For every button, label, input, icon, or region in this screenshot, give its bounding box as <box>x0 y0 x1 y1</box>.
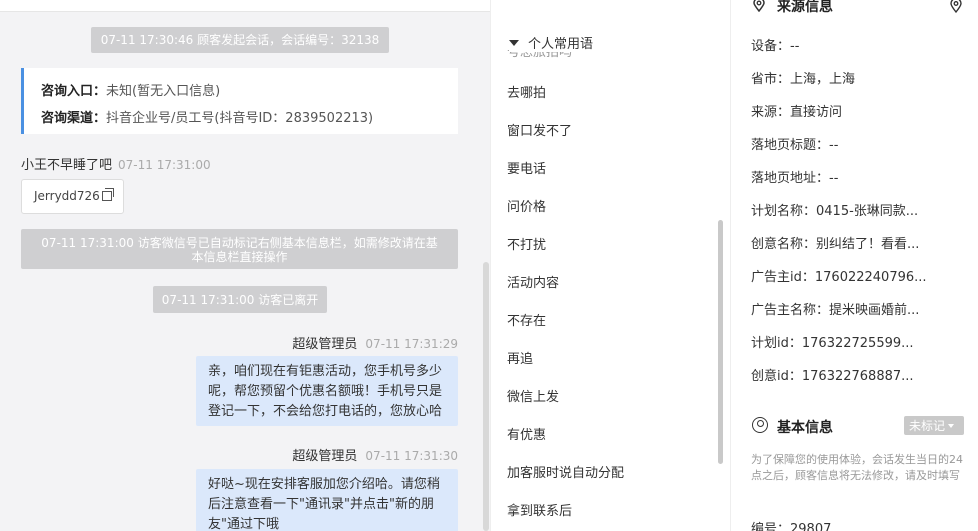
phrases-panel: 个人常用语 号总旅拍吗 去哪拍 窗口发不了 要电话 问价格 不打扰 活动内容 不… <box>490 0 730 531</box>
entry-value: 未知(暂无入口信息) <box>106 84 221 99</box>
row-label: 广告主名称： <box>751 303 830 318</box>
tag-dropdown-label: 未标记 <box>909 419 946 433</box>
entry-row: 咨询入口：未知(暂无入口信息) <box>41 78 458 105</box>
phrases-header-label: 个人常用语 <box>528 37 594 52</box>
phrase-item[interactable]: 问价格 <box>507 196 546 215</box>
row-value: 176322725599... <box>801 336 914 351</box>
agent-name: 超级管理员 <box>292 337 358 352</box>
agent-time: 07-11 17:31:30 <box>365 449 458 463</box>
agent-name: 超级管理员 <box>292 449 358 464</box>
location-pin-icon <box>753 0 765 12</box>
phrase-item[interactable]: 窗口发不了 <box>507 120 572 139</box>
view-icon[interactable] <box>948 0 964 13</box>
entry-label: 咨询入口： <box>41 84 107 99</box>
agent-time: 07-11 17:31:29 <box>365 337 458 351</box>
visitor-left-note: 07-11 17:31:00 访客已离开 <box>153 286 327 313</box>
source-row-creative-name: 创意名称：别纠结了！看看... <box>751 233 919 252</box>
row-value: 直接访问 <box>790 105 843 120</box>
source-row-advertiser-id: 广告主id：176022240796... <box>751 266 927 285</box>
phrase-item[interactable]: 拿到联系后 <box>507 500 572 519</box>
row-label: 计划id： <box>751 336 802 351</box>
phrase-item[interactable]: 微信上发 <box>507 386 559 405</box>
row-label: 设备： <box>751 39 791 54</box>
row-label: 计划名称： <box>751 204 817 219</box>
auto-mark-line-2: 本信息栏直接操作 <box>191 250 288 264</box>
phrase-item[interactable]: 活动内容 <box>507 272 559 291</box>
app-root: 07-11 17:30:46 顾客发起会话，会话编号：32138 咨询入口：未知… <box>0 0 978 531</box>
chat-panel: 07-11 17:30:46 顾客发起会话，会话编号：32138 咨询入口：未知… <box>0 0 490 531</box>
source-row-plan-name: 计划名称：0415-张琳同款... <box>751 200 918 219</box>
row-value: -- <box>790 39 800 54</box>
number-value: 29807 <box>790 522 832 531</box>
phrase-item[interactable]: 去哪拍 <box>507 82 546 101</box>
tag-dropdown[interactable]: 未标记 <box>904 416 964 435</box>
source-panel: 来源信息 设备：-- 省市：上海，上海 来源：直接访问 落地页标题：-- 落地页… <box>730 0 978 531</box>
number-label: 编号： <box>751 522 791 531</box>
row-value: 上海，上海 <box>790 72 856 87</box>
row-value: -- <box>829 171 839 186</box>
source-row-source: 来源：直接访问 <box>751 101 842 120</box>
row-value: 提米映画婚前... <box>829 303 920 318</box>
phrase-item[interactable]: 加客服时说自动分配 <box>507 462 624 481</box>
row-label: 创意名称： <box>751 237 817 252</box>
user-icon <box>752 417 768 433</box>
channel-row: 咨询渠道：抖音企业号/员工号(抖音号ID：2839502213) <box>41 105 458 132</box>
auto-mark-line-1: 07-11 17:31:00 访客微信号已自动标记右侧基本信息栏，如需修改请在基 <box>41 236 438 250</box>
source-row-landing-title: 落地页标题：-- <box>751 134 838 153</box>
basic-info-notice: 为了保障您的使用体验，会话发生当日的24点之后，顾客信息将无法修改，请及时填写 <box>751 453 963 482</box>
agent-message-bubble: 亲，咱们现在有钜惠活动，您手机号多少呢，帮您预留个优惠名额哦！手机号只是登记一下… <box>196 356 458 426</box>
agent-header-2: 超级管理员 07-11 17:31:30 <box>292 445 458 464</box>
basic-info-title: 基本信息 <box>777 420 833 436</box>
chat-scrollbar[interactable] <box>483 262 489 531</box>
session-start-note: 07-11 17:30:46 顾客发起会话，会话编号：32138 <box>91 27 389 53</box>
row-value: 别纠结了！看看... <box>816 237 920 252</box>
row-label: 省市： <box>751 72 791 87</box>
consult-info-box: 咨询入口：未知(暂无入口信息) 咨询渠道：抖音企业号/员工号(抖音号ID：283… <box>21 68 458 134</box>
source-row-device: 设备：-- <box>751 35 799 54</box>
row-value: -- <box>829 138 839 153</box>
row-value: 0415-张琳同款... <box>816 204 919 219</box>
agent-message-bubble: 好哒~现在安排客服加您介绍哈。请您稍后注意查看一下"通讯录"并点击"新的朋友"通… <box>196 469 458 531</box>
phrase-item[interactable]: 不打扰 <box>507 234 546 253</box>
source-row-plan-id: 计划id：176322725599... <box>751 332 914 351</box>
chat-topbar <box>0 0 490 12</box>
chevron-down-icon <box>948 424 955 428</box>
row-label: 落地页地址： <box>751 171 830 186</box>
source-title: 来源信息 <box>777 0 833 15</box>
phrases-header[interactable]: 个人常用语 <box>509 33 600 52</box>
phrase-item[interactable]: 要电话 <box>507 158 546 177</box>
agent-header-1: 超级管理员 07-11 17:31:29 <box>292 333 458 352</box>
row-value: 176322768887... <box>801 369 914 384</box>
source-row-landing-url: 落地页地址：-- <box>751 167 838 186</box>
row-label: 创意id： <box>751 369 802 384</box>
visitor-header: 小王不早睡了吧 07-11 17:31:00 <box>21 154 211 173</box>
channel-value: 抖音企业号/员工号(抖音号ID：2839502213) <box>106 111 374 126</box>
auto-mark-note: 07-11 17:31:00 访客微信号已自动标记右侧基本信息栏，如需修改请在基… <box>21 229 458 269</box>
row-label: 来源： <box>751 105 791 120</box>
source-row-advertiser-name: 广告主名称：提米映画婚前... <box>751 299 919 318</box>
visitor-time: 07-11 17:31:00 <box>118 158 211 172</box>
visitor-id-chip[interactable]: Jerrydd726 <box>21 179 124 214</box>
visitor-name: 小王不早睡了吧 <box>21 158 113 173</box>
phrase-item[interactable]: 再追 <box>507 348 533 367</box>
collapse-arrow-icon <box>509 40 519 46</box>
phrases-scrollbar[interactable] <box>718 220 723 464</box>
row-label: 落地页标题： <box>751 138 830 153</box>
copy-icon[interactable] <box>101 188 114 201</box>
phrase-item[interactable]: 有优惠 <box>507 424 546 443</box>
row-label: 广告主id： <box>751 270 815 285</box>
phrase-item[interactable]: 不存在 <box>507 310 546 329</box>
number-row: 编号：29807 <box>751 518 831 531</box>
visitor-id: Jerrydd726 <box>34 189 100 203</box>
source-row-creative-id: 创意id：176322768887... <box>751 365 914 384</box>
channel-label: 咨询渠道： <box>41 111 107 126</box>
row-value: 176022240796... <box>814 270 927 285</box>
source-row-region: 省市：上海，上海 <box>751 68 855 87</box>
